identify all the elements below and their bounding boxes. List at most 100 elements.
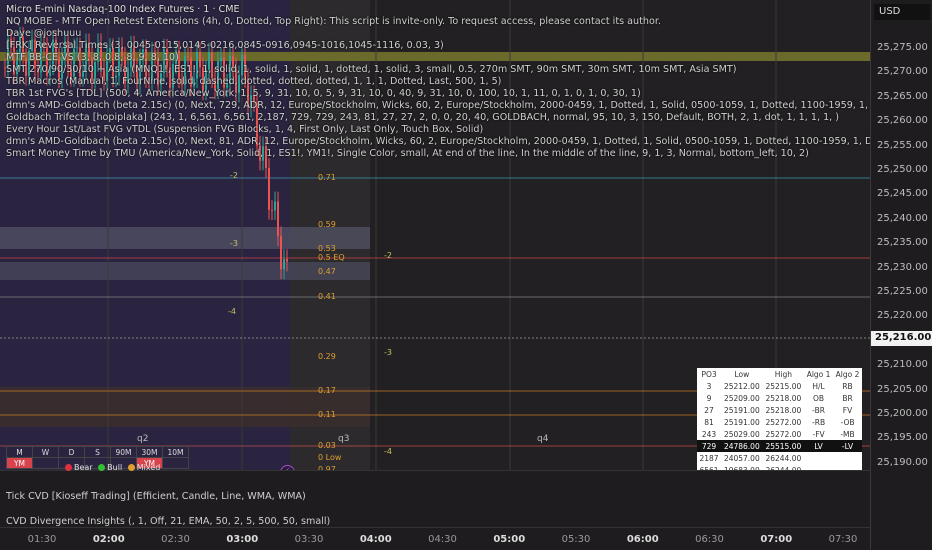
price-tick: 25,255.00 [877,139,928,151]
tick-cvd-legend: Tick CVD [Kioseff Trading] (Efficient, C… [6,491,306,502]
po3-cell: -OB [840,417,855,427]
price-tick: 25,230.00 [877,261,928,273]
po3-header: Algo 2 [835,369,860,379]
po3-header: Algo 1 [806,369,831,379]
po3-cell: RB [842,381,853,391]
po3-cell: -FV [812,429,825,439]
po3-row: 2187 24057.00 26244.00 [697,452,862,464]
level-count-label: -3 [384,348,392,357]
time-tick: 04:30 [428,534,457,545]
po3-cell: 729 [697,440,722,452]
time-tick: 05:00 [493,534,526,545]
fvg-zone [0,227,370,249]
indicator-legend-line[interactable]: [FRK] Reversal Times (3, 0045-0115,0145-… [6,40,870,52]
po3-header-row: PO3 Low High Algo 1 Algo 2 [697,368,862,380]
fib-level-label: 0.5 EQ [318,253,345,262]
indicator-legend-line[interactable]: Daye @joshuuu [6,28,870,40]
quarter-label: q4 [537,434,549,444]
price-tick: 25,265.00 [877,90,928,102]
tf-header: M [6,446,33,458]
po3-cell: 25272.00 [765,417,802,427]
po3-row: 27 25191.00 25218.00 -BR FV [697,404,862,416]
tf-value: YM [6,457,33,469]
po3-cell: 27 [704,405,714,415]
indicator-legend-line[interactable]: dmn's AMD-Goldbach (beta 2.15c) (0, Next… [6,100,870,112]
po3-cell: H/L [812,381,825,391]
price-tick: 25,235.00 [877,237,928,249]
po3-cell: 24057.00 [723,453,760,463]
time-tick: 06:30 [695,534,724,545]
time-axis[interactable]: 01:30 02:00 02:30 03:00 03:30 04:00 04:30 05:00… [0,527,870,550]
time-tick: 01:30 [27,534,57,545]
price-tick: 25,200.00 [877,408,928,419]
indicator-legend-line[interactable]: SMT 270/90/30/10 + Asia (MNQ1!, ES1!, 1,… [6,64,870,76]
legend-bull: Bull [107,463,123,472]
fib-level-label: 0.11 [318,410,336,419]
legend-bear: Bear [74,463,93,472]
indicator-legend-line[interactable]: dmn's AMD-Goldbach (beta 2.15c) (0, Next… [6,136,870,148]
currency-button[interactable]: USD [874,4,930,20]
price-tick: 25,240.00 [877,212,928,224]
symbol-title: Micro E-mini Nasdaq-100 Index Futures · … [6,4,240,15]
po3-cell: -RB [812,417,826,427]
po3-cell: 25209.00 [723,393,760,403]
candle-body [277,201,279,237]
po3-cell: 81 [704,417,714,427]
cvd-divergence-legend: CVD Divergence Insights (, 1, Off, 21, E… [6,516,331,527]
po3-cell: 25191.00 [723,405,760,415]
tf-value [162,457,189,469]
candle-body [286,258,288,262]
price-tick: 25,210.00 [877,359,928,371]
price-tick: 25,270.00 [877,66,928,78]
mixed-dot-icon [127,464,135,471]
po3-cell: 26244.00 [765,453,802,463]
bear-dot-icon [65,464,72,471]
price-tick: 25,260.00 [877,115,928,127]
indicator-legend-line[interactable]: Every Hour 1st/Last FVG vTDL (Suspension… [6,124,870,136]
po3-cell: LV [804,440,834,452]
fvg-zone [0,262,370,280]
time-tick: 03:30 [294,534,324,545]
candle-body [280,236,282,270]
indicator-legend-line[interactable]: TBR 1st FVG's [TDL] (500, 4, America/New… [6,88,870,100]
price-axis[interactable]: USD 25,275.00 25,270.00 25,265.00 25,260.00… [870,0,932,550]
indicator-legend-line[interactable]: TBR Macros (Manual, 1, FourNine, solid, … [6,76,870,88]
indicator-legend-line[interactable]: Smart Money Time by TMU (America/New_Yor… [6,148,870,160]
po3-cell: -LV [833,440,862,452]
po3-header: Low [734,369,750,379]
price-tick: 25,225.00 [877,286,928,297]
fib-level-label: 0.71 [318,173,336,182]
level-count-label: -2 [230,171,238,180]
tf-header: 10M [162,446,189,458]
price-chart[interactable]: Micro E-mini Nasdaq-100 Index Futures · … [0,0,870,470]
price-tick: 25,245.00 [877,188,928,200]
tf-header: 30M [136,446,163,458]
indicator-legend-line[interactable]: NQ MOBE - MTF Open Retest Extensions (4h… [6,16,870,28]
po3-cell: 25215.00 [765,381,802,391]
po3-row: 81 25191.00 25272.00 -RB -OB [697,416,862,428]
level-count-label: -3 [230,239,238,248]
po3-cell: 25212.00 [723,381,760,391]
indicator-pane[interactable]: Tick CVD [Kioseff Trading] (Efficient, C… [0,470,870,527]
po3-cell: 243 [701,429,717,439]
candle-body [283,258,285,270]
tf-header: W [32,446,59,458]
indicator-legend-line[interactable]: MTF BB-CE VS (3, 8, 0.8, 8, 9, 8, 10) [6,52,870,64]
indicator-legend-line[interactable]: Goldbach Trifecta [hopiplaka] (243, 1, 6… [6,112,870,124]
candle-body [268,167,270,210]
po3-cell: 24786.00 [721,440,763,452]
indicator-legend: Micro E-mini Nasdaq-100 Index Futures · … [6,4,870,160]
current-price-label: 25,216.00 [871,331,932,346]
time-tick: 03:00 [226,534,259,545]
po3-row: 9 25209.00 25218.00 OB BR [697,392,862,404]
price-tick: 25,250.00 [877,164,928,175]
level-count-label: -4 [384,447,392,456]
range-box [0,387,370,427]
po3-cell [804,452,833,464]
po3-header: High [774,369,792,379]
fib-level-label: 0 Low [318,453,342,462]
po3-row: 243 25029.00 25272.00 -FV -MB [697,428,862,440]
po3-table: PO3 Low High Algo 1 Algo 2 3 25212.00 25215.00 H… [697,368,862,470]
po3-cell: FV [842,405,853,415]
time-tick: 06:00 [626,534,659,545]
